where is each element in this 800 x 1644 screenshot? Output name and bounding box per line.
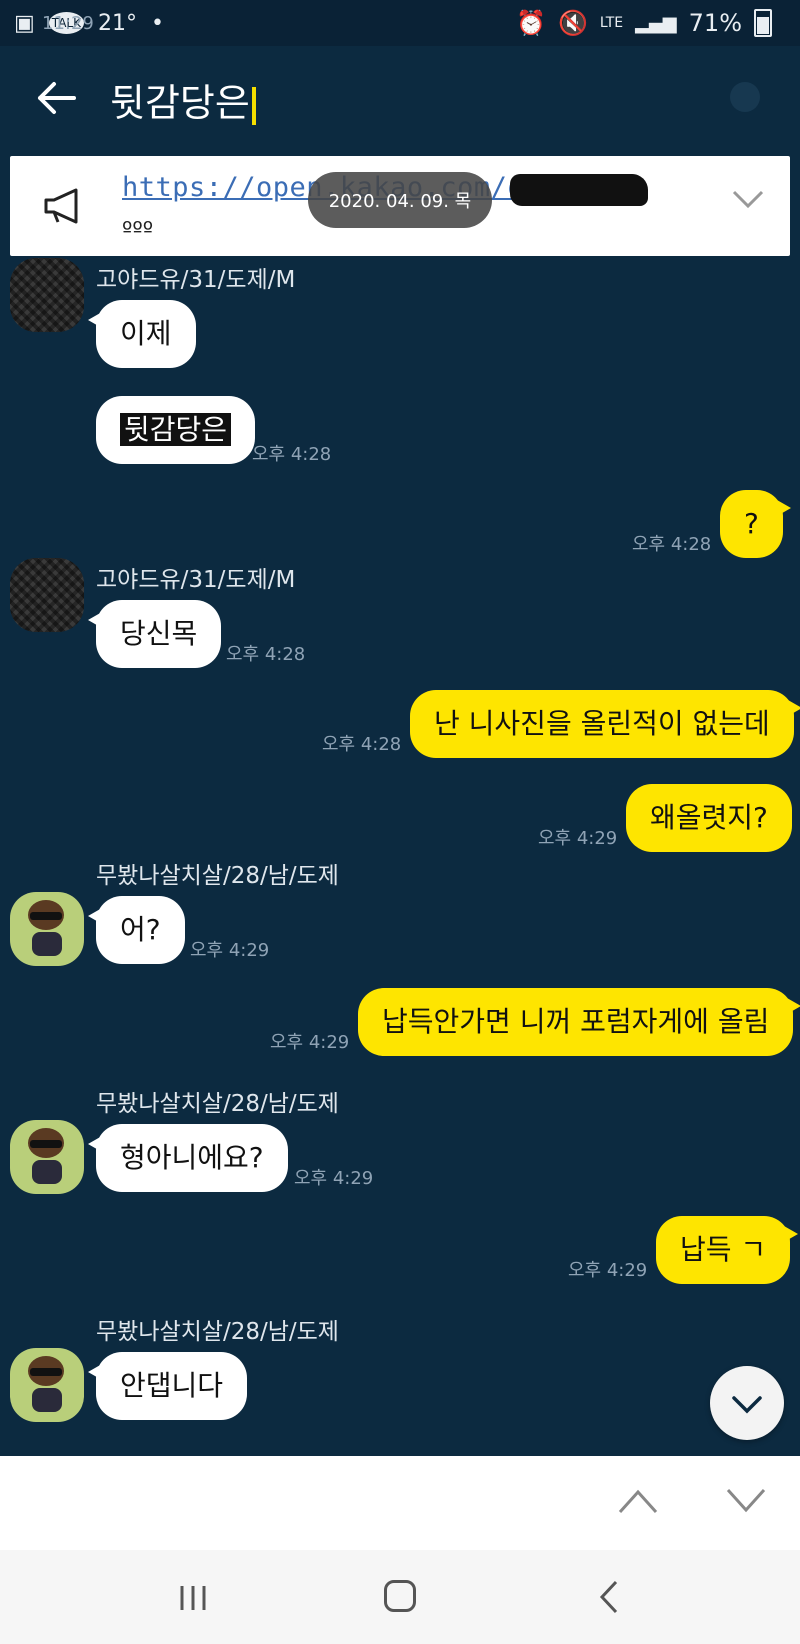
megaphone-icon	[44, 188, 78, 224]
network-label: LTE	[599, 15, 624, 31]
sender-name: 고야드유/31/도제/M	[96, 567, 296, 593]
avatar-body	[32, 1388, 62, 1412]
chevron-down-icon	[732, 1396, 762, 1414]
chevron-down-icon[interactable]	[732, 190, 764, 210]
search-highlight: 뒷감당은	[120, 413, 232, 446]
sender-name: 고야드유/31/도제/M	[96, 267, 296, 293]
scroll-to-bottom-button[interactable]	[710, 1366, 784, 1440]
redaction-mark	[510, 174, 648, 206]
message-time: 오후 4:28	[632, 534, 712, 555]
avatar-body	[32, 932, 62, 956]
battery-icon	[754, 9, 772, 37]
message-bubble[interactable]: 납득 ㄱ	[656, 1216, 799, 1284]
avatar-glasses	[30, 1140, 62, 1148]
search-input[interactable]: 뒷감당은	[110, 72, 256, 127]
avatar-glasses	[30, 1368, 62, 1376]
recent-apps-icon[interactable]	[178, 1584, 208, 1612]
sender-name: 무봤나살치살/28/남/도제	[96, 1319, 339, 1345]
sender-name: 무봤나살치살/28/남/도제	[96, 863, 339, 889]
dot-icon: •	[150, 10, 164, 36]
date-pill: 2020. 04. 09. 목	[308, 172, 492, 228]
search-header: 뒷감당은	[0, 46, 800, 152]
avatar[interactable]	[10, 558, 84, 632]
message-time: 오후 4:29	[190, 940, 270, 961]
clear-search-icon[interactable]	[730, 82, 760, 112]
message-bubble[interactable]: 난 니사진을 올린적이 없는데	[410, 690, 800, 758]
mute-icon: 🔇	[557, 9, 588, 37]
system-navigation-bar	[0, 1550, 800, 1644]
message-bubble[interactable]: 어?	[88, 896, 185, 964]
notice-more-text: ººº	[122, 218, 154, 243]
next-result-icon[interactable]	[726, 1488, 766, 1514]
message-bubble[interactable]: 당신목	[87, 600, 222, 668]
message-bubble[interactable]: 형아니에요?	[88, 1124, 288, 1192]
previous-result-icon[interactable]	[618, 1488, 658, 1514]
status-time: 11:29	[42, 12, 94, 34]
avatar[interactable]	[10, 892, 84, 966]
signal-icon: ▂▄▆	[635, 12, 677, 34]
gallery-icon: ▣	[14, 10, 35, 36]
message-bubble[interactable]: ?	[720, 490, 791, 558]
message-time: 오후 4:29	[568, 1260, 648, 1281]
search-result-navigator	[0, 1456, 800, 1550]
status-bar: 11:29 ▣ TALK 21° • ⏰ 🔇 LTE ▂▄▆ 71%	[0, 0, 800, 46]
avatar[interactable]	[10, 1348, 84, 1422]
message-time: 오후 4:29	[294, 1168, 374, 1189]
message-bubble[interactable]: 납득안가면 니꺼 포럼자게에 올림	[358, 988, 800, 1056]
avatar[interactable]	[10, 1120, 84, 1194]
home-icon[interactable]	[384, 1580, 416, 1612]
avatar[interactable]	[10, 258, 84, 332]
back-arrow-icon[interactable]	[34, 76, 78, 120]
chat-log: 고야드유/31/도제/M 이제 뒷감당은 오후 4:28 오후 4:28 ? 고…	[0, 256, 800, 1456]
message-time: 오후 4:28	[322, 734, 402, 755]
message-time: 오후 4:29	[270, 1032, 350, 1053]
message-bubble[interactable]: 이제	[88, 300, 196, 368]
message-bubble[interactable]: 왜올렷지?	[626, 784, 792, 852]
text-caret	[251, 86, 256, 125]
sender-name: 무봤나살치살/28/남/도제	[96, 1091, 339, 1117]
avatar-body	[32, 1160, 62, 1184]
back-icon[interactable]	[598, 1580, 620, 1614]
temperature-text: 21°	[97, 10, 137, 36]
avatar-glasses	[30, 912, 62, 920]
message-time: 오후 4:28	[226, 644, 306, 665]
message-time: 오후 4:29	[538, 828, 618, 849]
alarm-icon: ⏰	[516, 9, 546, 37]
battery-percent: 71%	[688, 9, 742, 37]
message-bubble[interactable]: 안댑니다	[87, 1352, 248, 1420]
search-query-text: 뒷감당은	[110, 81, 250, 125]
message-time: 오후 4:28	[252, 444, 332, 465]
message-bubble[interactable]: 뒷감당은	[96, 396, 256, 464]
